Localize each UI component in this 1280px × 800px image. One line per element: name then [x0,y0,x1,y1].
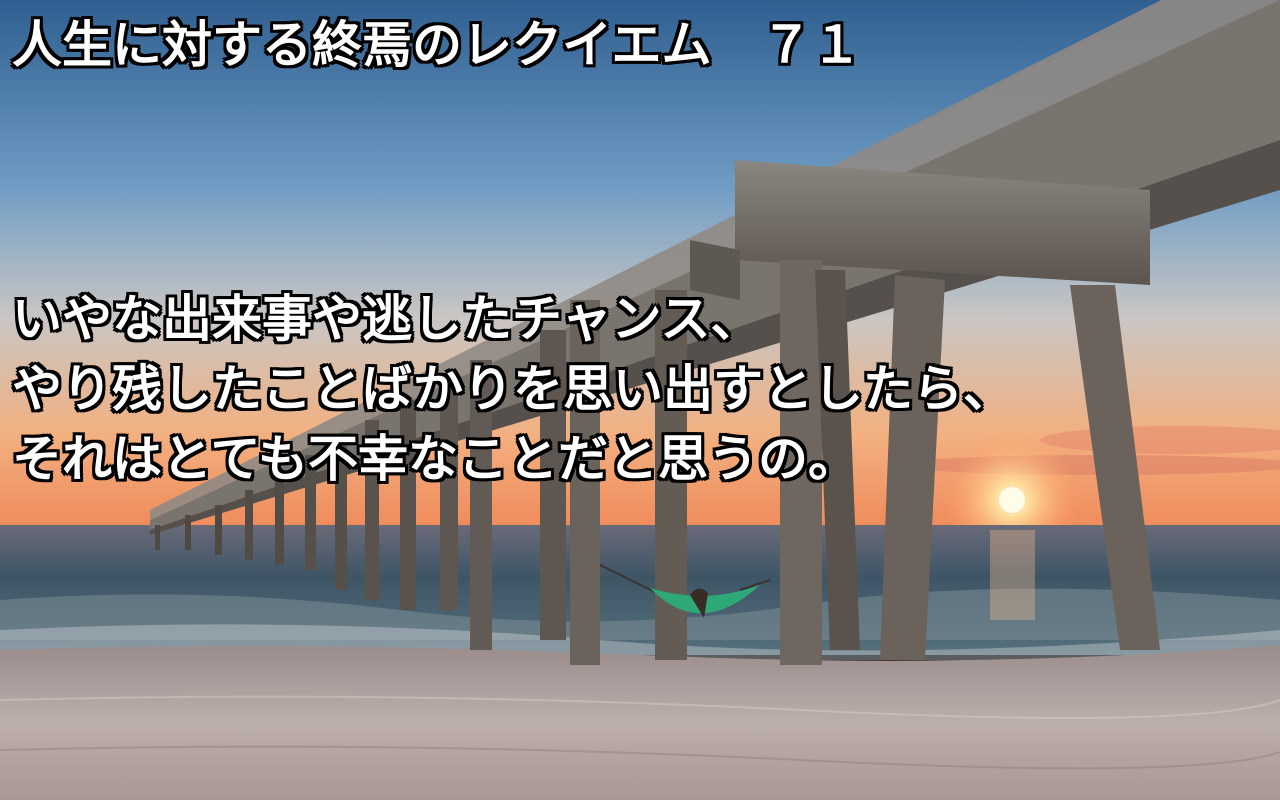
page-title: 人生に対する終焉のレクイエム ７１ [11,15,862,75]
photo-scene: 人生に対する終焉のレクイエム ７１ いやな出来事や逃したチャンス、 やり残したこ… [0,0,1280,800]
quote-line-3: それはとても不幸なことだと思うの。 [11,429,859,489]
beach-sand [0,645,1280,800]
quote-text: いやな出来事や逃したチャンス、 やり残したことばかりを思い出すとしたら、 それは… [11,284,1014,494]
quote-line-2: やり残したことばかりを思い出すとしたら、 [11,359,1014,419]
quote-line-1: いやな出来事や逃したチャンス、 [11,289,762,349]
